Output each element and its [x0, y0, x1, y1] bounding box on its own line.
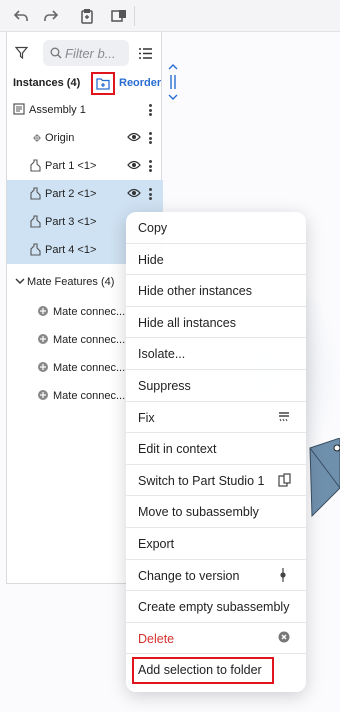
- menu-item-change-to-version[interactable]: Change to version: [126, 560, 306, 592]
- tree-item-assembly[interactable]: Assembly 1: [7, 96, 163, 124]
- menu-item-edit-in-context[interactable]: Edit in context: [126, 433, 306, 465]
- kebab-menu-icon[interactable]: [147, 158, 153, 174]
- reorder-link[interactable]: Reorder: [119, 77, 161, 89]
- add-folder-button[interactable]: [91, 72, 115, 95]
- mate-connector-icon: [37, 333, 49, 348]
- tree-item-part-2[interactable]: Part 2 <1>: [7, 180, 163, 208]
- search-field[interactable]: [43, 40, 129, 66]
- menu-item-add-selection-to-folder[interactable]: Add selection to folder: [126, 654, 306, 686]
- toolbar-divider: [134, 6, 135, 26]
- delete-icon: [278, 631, 290, 646]
- panel-resize-handle[interactable]: [164, 64, 182, 100]
- origin-icon: [33, 133, 41, 145]
- tree-item-label: Mate connec...: [53, 390, 126, 402]
- chevron-down-icon[interactable]: [168, 94, 178, 100]
- tree-item-label: Part 3 <1>: [45, 216, 97, 228]
- chevron-up-icon[interactable]: [168, 64, 178, 70]
- chevron-down-icon[interactable]: [15, 276, 25, 288]
- menu-item-hide-all-instances[interactable]: Hide all instances: [126, 307, 306, 339]
- instances-header: Instances (4) Reorder: [7, 72, 163, 96]
- undo-icon[interactable]: [10, 5, 32, 27]
- menu-item-copy[interactable]: Copy: [126, 212, 306, 244]
- part-studio-icon: [278, 473, 291, 490]
- folder-add-icon: [95, 78, 110, 90]
- mate-connector-icon: [37, 389, 49, 404]
- menu-item-fix[interactable]: Fix: [126, 402, 306, 434]
- menu-item-move-to-subassembly[interactable]: Move to subassembly: [126, 496, 306, 528]
- copy-paste-icon[interactable]: [76, 5, 98, 27]
- fix-icon: [278, 410, 290, 425]
- tree-item-label: Origin: [45, 132, 75, 144]
- eye-icon[interactable]: [127, 132, 141, 145]
- tree-item-label: Part 1 <1>: [45, 160, 97, 172]
- kebab-menu-icon[interactable]: [147, 130, 153, 146]
- menu-item-isolate[interactable]: Isolate...: [126, 338, 306, 370]
- part-icon: [29, 215, 41, 231]
- mate-connector-icon: [37, 305, 49, 320]
- list-view-icon[interactable]: [139, 46, 152, 64]
- menu-item-export[interactable]: Export: [126, 528, 306, 560]
- tree-item-label: Part 4 <1>: [45, 244, 97, 256]
- filter-icon[interactable]: [14, 46, 29, 64]
- kebab-menu-icon[interactable]: [147, 102, 153, 118]
- part-icon: [29, 159, 41, 175]
- mate-connector-icon: [37, 361, 49, 376]
- mate-features-title: Mate Features (4): [27, 276, 115, 288]
- menu-item-hide[interactable]: Hide: [126, 244, 306, 276]
- part-icon: [29, 243, 41, 259]
- tree-item-part-1[interactable]: Part 1 <1>: [7, 152, 163, 180]
- eye-icon[interactable]: [127, 160, 141, 173]
- menu-item-delete[interactable]: Delete: [126, 623, 306, 655]
- menu-item-hide-other-instances[interactable]: Hide other instances: [126, 275, 306, 307]
- part-studio-icon[interactable]: [108, 5, 130, 27]
- filter-row: [7, 38, 163, 68]
- kebab-menu-icon[interactable]: [147, 186, 153, 202]
- top-toolbar: [0, 0, 340, 32]
- tree-item-label: Mate connec...: [53, 306, 126, 318]
- menu-item-switch-to-part-studio[interactable]: Switch to Part Studio 1: [126, 465, 306, 497]
- tree-item-label: Assembly 1: [29, 104, 86, 116]
- instances-title: Instances (4): [13, 77, 81, 89]
- tree-item-label: Mate connec...: [53, 334, 126, 346]
- search-input[interactable]: [65, 44, 127, 62]
- menu-item-suppress[interactable]: Suppress: [126, 370, 306, 402]
- tree-item-label: Part 2 <1>: [45, 188, 97, 200]
- assembly-icon: [13, 103, 25, 118]
- tree-item-label: Mate connec...: [53, 362, 126, 374]
- eye-icon[interactable]: [127, 188, 141, 201]
- menu-item-create-empty-subassembly[interactable]: Create empty subassembly: [126, 591, 306, 623]
- tree-item-origin[interactable]: Origin: [7, 124, 163, 152]
- part-icon: [29, 187, 41, 203]
- search-icon: [50, 46, 62, 64]
- grip-icon: [170, 75, 176, 89]
- context-menu: Copy Hide Hide other instances Hide all …: [126, 212, 306, 692]
- version-icon: [278, 567, 288, 585]
- part-geometry[interactable]: [300, 438, 340, 518]
- redo-icon[interactable]: [40, 5, 62, 27]
